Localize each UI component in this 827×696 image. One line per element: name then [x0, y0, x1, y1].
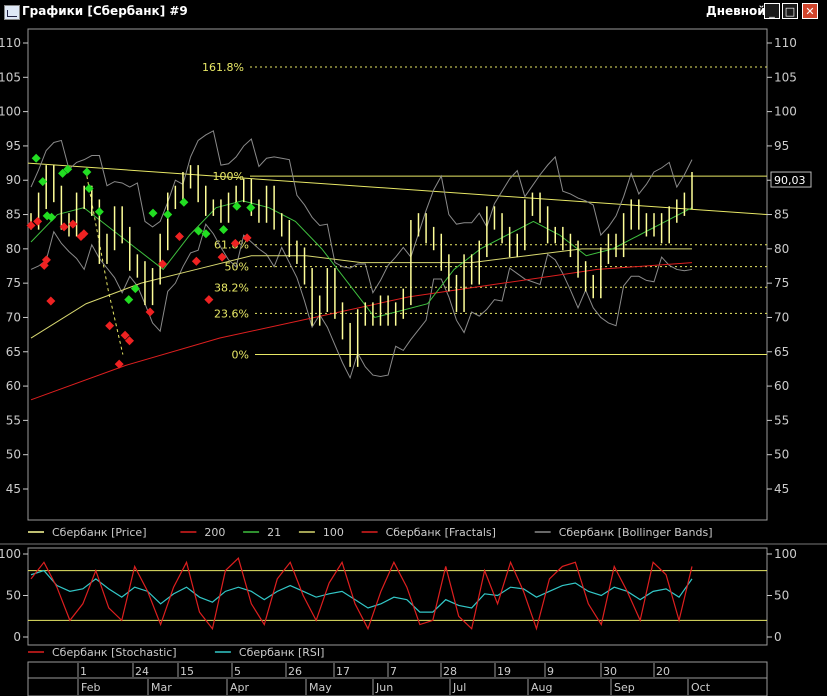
- price-y-label-left: 90: [6, 173, 21, 187]
- price-legend-label: Сбербанк [Bollinger Bands]: [559, 526, 713, 539]
- price-y-label-left: 65: [6, 345, 21, 359]
- price-y-label-left: 45: [6, 482, 21, 496]
- price-legend-label: Сбербанк [Fractals]: [386, 526, 496, 539]
- price-y-label-right: 70: [774, 310, 789, 324]
- fib-level-label: 38.2%: [214, 281, 249, 294]
- price-y-label-right: 50: [774, 448, 789, 462]
- month-label: Jun: [375, 681, 393, 694]
- day-tick-label: 20: [656, 665, 670, 678]
- price-y-label-right: 55: [774, 413, 789, 427]
- osc-y-label-left: 0: [13, 630, 21, 644]
- price-y-label-right: 100: [774, 105, 797, 119]
- price-y-label-right: 105: [774, 70, 797, 84]
- chart-area[interactable]: 4545505055556060656570707575808085859090…: [0, 0, 827, 696]
- price-y-label-right: 60: [774, 379, 789, 393]
- price-y-label-left: 50: [6, 448, 21, 462]
- day-tick-label: 30: [603, 665, 617, 678]
- price-y-label-left: 110: [0, 36, 21, 50]
- day-tick-label: 26: [288, 665, 302, 678]
- month-label: Apr: [230, 681, 250, 694]
- price-y-label-left: 100: [0, 105, 21, 119]
- price-y-label-left: 105: [0, 70, 21, 84]
- day-tick-label: 28: [443, 665, 457, 678]
- month-label: Feb: [81, 681, 100, 694]
- day-tick-label: 5: [234, 665, 241, 678]
- osc-y-label-right: 50: [774, 589, 789, 603]
- price-y-label-left: 85: [6, 208, 21, 222]
- price-y-label-left: 80: [6, 242, 21, 256]
- price-y-label-left: 60: [6, 379, 21, 393]
- price-y-label-right: 85: [774, 208, 789, 222]
- fib-level-label: 0%: [232, 349, 249, 362]
- day-tick-label: 9: [547, 665, 554, 678]
- osc-legend-label: Сбербанк [Stochastic]: [52, 646, 177, 659]
- day-tick-label: 19: [497, 665, 511, 678]
- month-label: Jul: [452, 681, 466, 694]
- price-y-label-left: 70: [6, 310, 21, 324]
- price-panel: 45 45 50 50 55 55 60 60 65 65 70 70 75 75 80 80 85 85 90 90…: [0, 28, 827, 545]
- price-legend-label: 200: [204, 526, 225, 539]
- price-y-label-left: 95: [6, 139, 21, 153]
- month-label: Oct: [691, 681, 711, 694]
- price-y-label-right: 95: [774, 139, 789, 153]
- price-y-label-right: 65: [774, 345, 789, 359]
- price-y-label-right: 110: [774, 36, 797, 50]
- osc-y-label-right: 0: [774, 630, 782, 644]
- price-y-label-left: 55: [6, 413, 21, 427]
- price-legend-label: 21: [267, 526, 281, 539]
- month-label: May: [309, 681, 332, 694]
- last-price-label: 90,03: [774, 174, 806, 187]
- price-y-label-right: 45: [774, 482, 789, 496]
- month-label: Sep: [614, 681, 635, 694]
- day-tick-label: 15: [180, 665, 194, 678]
- day-tick-label: 1: [80, 665, 87, 678]
- price-legend-label: 100: [323, 526, 344, 539]
- date-axis: 1 24 15 5 26 17 7 28 19 9 30 20 Feb Mar Apr May Jun Jul Au…: [27, 661, 768, 696]
- oscillator-plot-frame: [27, 547, 768, 646]
- price-y-label-right: 80: [774, 242, 789, 256]
- osc-legend-label: Сбербанк [RSI]: [239, 646, 325, 659]
- price-legend-label: Сбербанк [Price]: [52, 526, 147, 539]
- day-tick-label: 24: [135, 665, 149, 678]
- osc-y-label-right: 100: [774, 547, 797, 561]
- fib-level-label: 161.8%: [202, 61, 244, 74]
- osc-y-label-left: 50: [6, 589, 21, 603]
- day-tick-label: 7: [390, 665, 397, 678]
- osc-y-label-left: 100: [0, 547, 21, 561]
- month-label: Mar: [151, 681, 172, 694]
- day-tick-label: 17: [336, 665, 350, 678]
- price-y-label-left: 75: [6, 276, 21, 290]
- month-label: Aug: [531, 681, 552, 694]
- oscillator-panel: 0 0 50 50 100 100 Сбербанк [Stochastic] Сбербан…: [0, 547, 797, 659]
- price-y-label-right: 75: [774, 276, 789, 290]
- fib-level-label: 23.6%: [214, 307, 249, 320]
